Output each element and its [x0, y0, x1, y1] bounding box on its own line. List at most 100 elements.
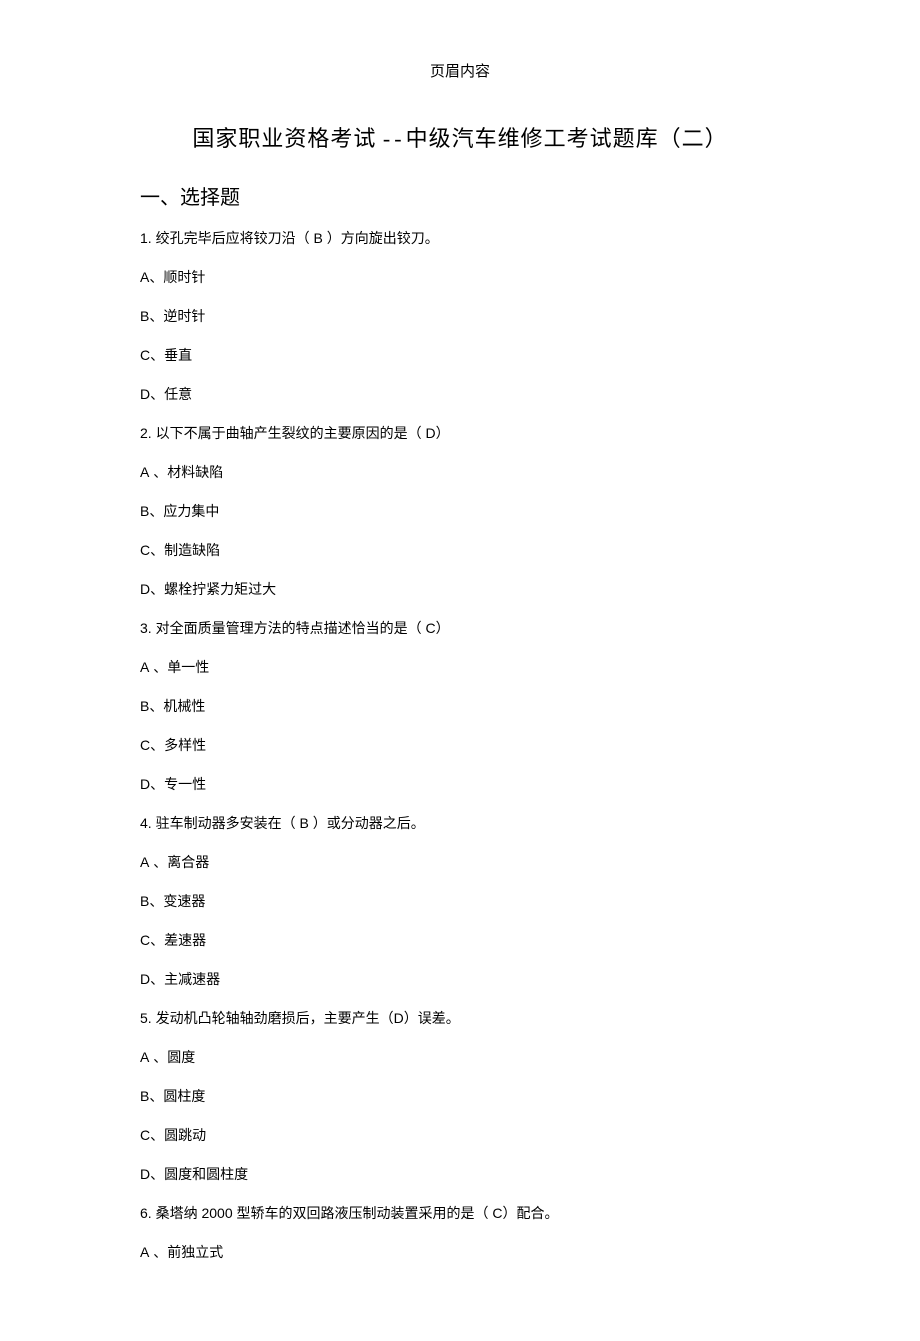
- option-text: 、应力集中: [149, 503, 219, 519]
- question-answer: D: [425, 425, 435, 441]
- option-letter: A: [140, 269, 149, 285]
- question-text-after: ）或分动器之后。: [309, 815, 425, 831]
- question-text-before: 桑塔纳 2000 型轿车的双回路液压制动装置采用的是（: [152, 1205, 493, 1221]
- option-letter: A: [140, 1049, 149, 1065]
- question-number: 4.: [140, 815, 152, 831]
- option-line: D、任意: [140, 384, 780, 405]
- option-letter: A: [140, 854, 149, 870]
- option-line: B、圆柱度: [140, 1086, 780, 1107]
- option-letter: B: [140, 308, 149, 324]
- question-answer: C: [492, 1205, 502, 1221]
- page-header-label: 页眉内容: [140, 60, 780, 81]
- option-text: 、顺时针: [149, 269, 205, 285]
- option-text: 、单一性: [149, 659, 209, 675]
- option-text: 、逆时针: [149, 308, 205, 324]
- option-text: 、任意: [150, 386, 192, 402]
- option-text: 、多样性: [150, 737, 206, 753]
- question-answer: B: [313, 230, 322, 246]
- title-separator: --: [383, 126, 406, 151]
- question-text-before: 驻车制动器多安装在（: [152, 815, 300, 831]
- question-answer: C: [425, 620, 435, 636]
- option-letter: D: [140, 581, 150, 597]
- option-line: A、顺时针: [140, 267, 780, 288]
- question-text-before: 以下不属于曲轴产生裂纹的主要原因的是（: [152, 425, 426, 441]
- question-stem: 2. 以下不属于曲轴产生裂纹的主要原因的是（ D）: [140, 423, 780, 444]
- option-text: 、圆度: [149, 1049, 195, 1065]
- question-answer: D: [394, 1010, 404, 1026]
- section-heading: 一、选择题: [140, 181, 780, 210]
- option-text: 、制造缺陷: [150, 542, 220, 558]
- option-line: A 、圆度: [140, 1047, 780, 1068]
- option-text: 、圆度和圆柱度: [150, 1166, 248, 1182]
- question-text-after: ）: [436, 620, 450, 636]
- option-letter: B: [140, 1088, 149, 1104]
- option-text: 、离合器: [149, 854, 209, 870]
- question-number: 5.: [140, 1010, 152, 1026]
- option-letter: C: [140, 737, 150, 753]
- option-letter: A: [140, 659, 149, 675]
- option-line: C、圆跳动: [140, 1125, 780, 1146]
- option-text: 、机械性: [149, 698, 205, 714]
- option-letter: C: [140, 347, 150, 363]
- option-line: A 、材料缺陷: [140, 462, 780, 483]
- option-letter: A: [140, 1244, 149, 1260]
- question-stem: 1. 绞孔完毕后应将铰刀沿（ B ）方向旋出铰刀。: [140, 228, 780, 249]
- option-text: 、专一性: [150, 776, 206, 792]
- option-line: D、主减速器: [140, 969, 780, 990]
- option-text: 、垂直: [150, 347, 192, 363]
- option-line: C、垂直: [140, 345, 780, 366]
- option-letter: B: [140, 698, 149, 714]
- option-line: B、逆时针: [140, 306, 780, 327]
- question-stem: 3. 对全面质量管理方法的特点描述恰当的是（ C）: [140, 618, 780, 639]
- question-stem: 5. 发动机凸轮轴轴劲磨损后，主要产生（D）误差。: [140, 1008, 780, 1029]
- option-letter: C: [140, 932, 150, 948]
- question-text-after: ）方向旋出铰刀。: [323, 230, 439, 246]
- option-text: 、螺栓拧紧力矩过大: [150, 581, 276, 597]
- question-text-after: ）配合。: [503, 1205, 559, 1221]
- title-part2: 中级汽车维修工考试题库（二）: [406, 126, 728, 151]
- question-number: 3.: [140, 620, 152, 636]
- question-number: 2.: [140, 425, 152, 441]
- option-line: C、多样性: [140, 735, 780, 756]
- option-line: D、螺栓拧紧力矩过大: [140, 579, 780, 600]
- option-letter: D: [140, 1166, 150, 1182]
- option-letter: B: [140, 893, 149, 909]
- option-letter: A: [140, 464, 149, 480]
- question-text-after: ）: [436, 425, 450, 441]
- question-list: 1. 绞孔完毕后应将铰刀沿（ B ）方向旋出铰刀。A、顺时针B、逆时针C、垂直D…: [140, 228, 780, 1263]
- question-stem: 4. 驻车制动器多安装在（ B ）或分动器之后。: [140, 813, 780, 834]
- option-letter: D: [140, 386, 150, 402]
- option-text: 、主减速器: [150, 971, 220, 987]
- option-text: 、前独立式: [149, 1244, 223, 1260]
- option-text: 、差速器: [150, 932, 206, 948]
- question-text-before: 绞孔完毕后应将铰刀沿（: [152, 230, 314, 246]
- option-line: D、圆度和圆柱度: [140, 1164, 780, 1185]
- question-number: 1.: [140, 230, 152, 246]
- question-answer: B: [299, 815, 308, 831]
- option-line: C、差速器: [140, 930, 780, 951]
- option-line: A 、单一性: [140, 657, 780, 678]
- option-letter: D: [140, 971, 150, 987]
- option-letter: D: [140, 776, 150, 792]
- option-text: 、材料缺陷: [149, 464, 223, 480]
- option-text: 、变速器: [149, 893, 205, 909]
- question-text-before: 发动机凸轮轴轴劲磨损后，主要产生（: [152, 1010, 394, 1026]
- question-stem: 6. 桑塔纳 2000 型轿车的双回路液压制动装置采用的是（ C）配合。: [140, 1203, 780, 1224]
- option-line: B、变速器: [140, 891, 780, 912]
- option-letter: B: [140, 503, 149, 519]
- title-part1: 国家职业资格考试: [192, 126, 376, 151]
- option-letter: C: [140, 1127, 150, 1143]
- option-line: C、制造缺陷: [140, 540, 780, 561]
- document-page: 页眉内容 国家职业资格考试 --中级汽车维修工考试题库（二） 一、选择题 1. …: [0, 0, 920, 1341]
- option-line: D、专一性: [140, 774, 780, 795]
- option-line: A 、离合器: [140, 852, 780, 873]
- option-text: 、圆跳动: [150, 1127, 206, 1143]
- document-title: 国家职业资格考试 --中级汽车维修工考试题库（二）: [140, 121, 780, 153]
- option-text: 、圆柱度: [149, 1088, 205, 1104]
- option-line: A 、前独立式: [140, 1242, 780, 1263]
- question-text-before: 对全面质量管理方法的特点描述恰当的是（: [152, 620, 426, 636]
- option-letter: C: [140, 542, 150, 558]
- question-text-after: ）误差。: [404, 1010, 460, 1026]
- option-line: B、应力集中: [140, 501, 780, 522]
- question-number: 6.: [140, 1205, 152, 1221]
